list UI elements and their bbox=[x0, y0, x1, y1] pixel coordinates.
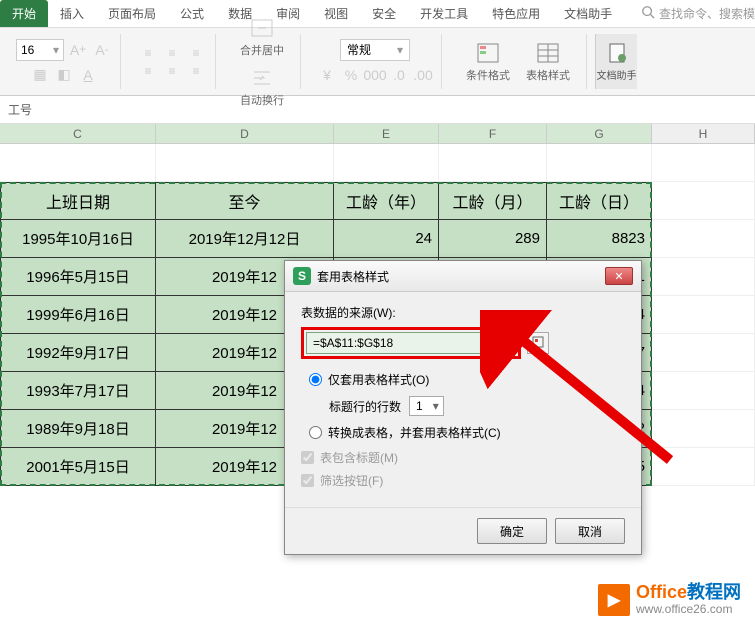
range-picker-button[interactable] bbox=[527, 332, 549, 354]
col-header-f[interactable]: F bbox=[439, 124, 547, 143]
dialog-titlebar[interactable]: S 套用表格样式 ✕ bbox=[285, 261, 641, 292]
cancel-button[interactable]: 取消 bbox=[555, 518, 625, 544]
number-format-dropdown[interactable]: 常规 ▾ bbox=[340, 39, 410, 61]
radio-style-only-label: 仅套用表格样式(O) bbox=[328, 371, 429, 388]
dec-dec-icon[interactable]: .00 bbox=[413, 65, 433, 85]
search-placeholder: 查找命令、搜索模 bbox=[659, 5, 755, 22]
align-left-icon[interactable]: ≡ bbox=[137, 63, 159, 79]
align-top-left-icon[interactable]: ≡ bbox=[137, 45, 159, 61]
header-years[interactable]: 工龄（年） bbox=[334, 182, 439, 220]
table-row: 1995年10月16日 2019年12月12日 24 289 8823 bbox=[0, 220, 755, 258]
check-filter-label: 筛选按钮(F) bbox=[320, 472, 383, 489]
tab-formula[interactable]: 公式 bbox=[168, 0, 216, 27]
source-label: 表数据的来源(W): bbox=[301, 304, 625, 321]
col-header-h[interactable]: H bbox=[652, 124, 755, 143]
check-header bbox=[301, 451, 314, 464]
title-rows-spinner[interactable]: 1 ▾ bbox=[409, 396, 444, 416]
table-style-button[interactable]: 表格样式 bbox=[518, 37, 578, 87]
font-group: 16 ▾ A+ A- ▦ ◧ A bbox=[8, 34, 121, 89]
blank-row bbox=[0, 144, 755, 182]
merge-button[interactable]: 合并居中 bbox=[232, 12, 292, 62]
search-box[interactable]: 查找命令、搜索模 bbox=[641, 5, 755, 22]
search-icon bbox=[641, 5, 655, 22]
border-icon[interactable]: ▦ bbox=[30, 65, 50, 85]
dec-inc-icon[interactable]: .0 bbox=[389, 65, 409, 85]
range-highlight bbox=[301, 327, 521, 359]
formula-bar[interactable]: 工号 bbox=[0, 96, 755, 124]
tab-view[interactable]: 视图 bbox=[312, 0, 360, 27]
align-top-center-icon[interactable]: ≡ bbox=[161, 45, 183, 61]
close-icon: ✕ bbox=[614, 270, 623, 283]
tab-security[interactable]: 安全 bbox=[360, 0, 408, 27]
tab-layout[interactable]: 页面布局 bbox=[96, 0, 168, 27]
doc-helper-button[interactable]: 文档助手 bbox=[595, 34, 637, 89]
range-input[interactable] bbox=[306, 332, 516, 354]
align-right-icon[interactable]: ≡ bbox=[185, 63, 207, 79]
title-rows-label: 标题行的行数 bbox=[329, 398, 401, 415]
doc-helper-icon bbox=[607, 42, 627, 67]
font-dec-icon[interactable]: A- bbox=[92, 40, 112, 60]
tab-dochelper[interactable]: 文档助手 bbox=[552, 0, 624, 27]
header-date[interactable]: 上班日期 bbox=[0, 182, 156, 220]
watermark: ▶ Office教程网 www.office26.com bbox=[598, 583, 741, 616]
fill-color-icon[interactable]: ◧ bbox=[54, 65, 74, 85]
column-headers: C D E F G H bbox=[0, 124, 755, 144]
tab-dev[interactable]: 开发工具 bbox=[408, 0, 480, 27]
wps-logo-icon: S bbox=[293, 267, 311, 285]
merge-group: 合并居中 自动换行 bbox=[224, 34, 301, 89]
range-picker-icon bbox=[531, 335, 545, 352]
header-today[interactable]: 至今 bbox=[156, 182, 334, 220]
col-header-g[interactable]: G bbox=[547, 124, 652, 143]
table-header-row: 上班日期 至今 工龄（年） 工龄（月） 工龄（日） bbox=[0, 182, 755, 220]
style-group: 条件格式 表格样式 bbox=[450, 34, 587, 89]
header-days[interactable]: 工龄（日） bbox=[547, 182, 652, 220]
radio-convert[interactable] bbox=[309, 426, 322, 439]
font-color-icon[interactable]: A bbox=[78, 65, 98, 85]
check-header-label: 表包含标题(M) bbox=[320, 449, 398, 466]
dialog-title-text: 套用表格样式 bbox=[317, 268, 389, 285]
currency-icon[interactable]: ¥ bbox=[317, 65, 337, 85]
cond-format-icon bbox=[476, 41, 500, 65]
tab-start[interactable]: 开始 bbox=[0, 0, 48, 27]
radio-convert-label: 转换成表格，并套用表格样式(C) bbox=[328, 424, 501, 441]
watermark-title: Office教程网 bbox=[636, 583, 741, 603]
wrap-icon bbox=[250, 66, 274, 90]
watermark-logo-icon: ▶ bbox=[598, 584, 630, 616]
radio-style-only[interactable] bbox=[309, 373, 322, 386]
col-header-e[interactable]: E bbox=[334, 124, 439, 143]
cond-format-button[interactable]: 条件格式 bbox=[458, 37, 518, 87]
percent-icon[interactable]: % bbox=[341, 65, 361, 85]
col-header-d[interactable]: D bbox=[156, 124, 334, 143]
table-style-dialog: S 套用表格样式 ✕ 表数据的来源(W): 仅套用表格样式(O) 标题行的行数 bbox=[284, 260, 642, 555]
ribbon-tabs: 开始 插入 页面布局 公式 数据 审阅 视图 安全 开发工具 特色应用 文档助手… bbox=[0, 0, 755, 28]
watermark-url: www.office26.com bbox=[636, 603, 741, 616]
font-inc-icon[interactable]: A+ bbox=[68, 40, 88, 60]
col-header-c[interactable]: C bbox=[0, 124, 156, 143]
check-filter bbox=[301, 474, 314, 487]
close-button[interactable]: ✕ bbox=[605, 267, 633, 285]
number-group: 常规 ▾ ¥ % 000 .0 .00 bbox=[309, 34, 442, 89]
tab-insert[interactable]: 插入 bbox=[48, 0, 96, 27]
merge-icon bbox=[250, 16, 274, 40]
header-months[interactable]: 工龄（月） bbox=[439, 182, 547, 220]
align-group: ≡ ≡ ≡ ≡ ≡ ≡ bbox=[129, 34, 216, 89]
tab-special[interactable]: 特色应用 bbox=[480, 0, 552, 27]
align-center-icon[interactable]: ≡ bbox=[161, 63, 183, 79]
align-top-right-icon[interactable]: ≡ bbox=[185, 45, 207, 61]
table-style-icon bbox=[536, 41, 560, 65]
ok-button[interactable]: 确定 bbox=[477, 518, 547, 544]
font-size-input[interactable]: 16 ▾ bbox=[16, 39, 64, 61]
comma-icon[interactable]: 000 bbox=[365, 65, 385, 85]
wrap-button[interactable]: 自动换行 bbox=[232, 62, 292, 112]
ribbon-toolbar: 16 ▾ A+ A- ▦ ◧ A ≡ ≡ ≡ ≡ ≡ ≡ 合并居中 bbox=[0, 28, 755, 96]
formula-content: 工号 bbox=[8, 101, 32, 118]
